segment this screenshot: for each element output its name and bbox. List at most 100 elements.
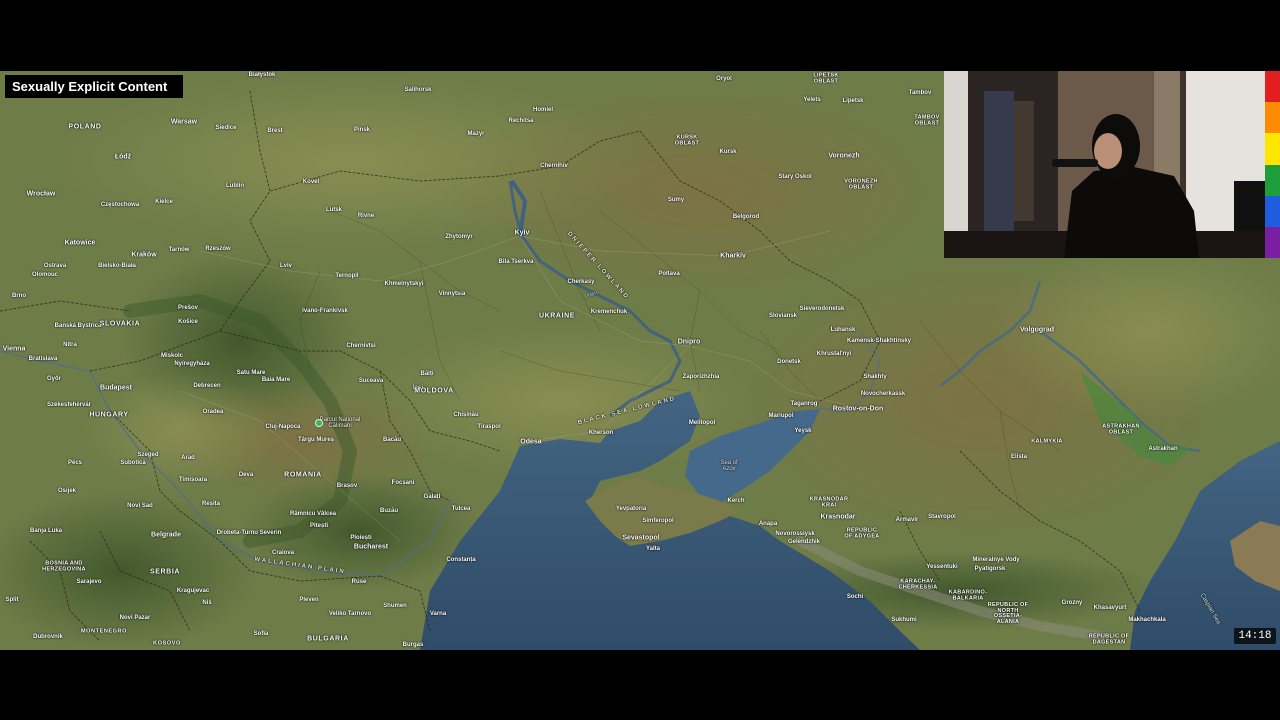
map-label[interactable]: Kraków — [131, 252, 156, 259]
map-label[interactable]: Banja Luka — [30, 528, 62, 534]
country-label[interactable]: UKRAINE — [539, 313, 575, 320]
map-label[interactable]: Taganrog — [791, 401, 818, 407]
map-label[interactable]: Szeged — [137, 452, 158, 458]
map-label[interactable]: Košice — [178, 319, 198, 325]
region-label[interactable]: TAMBOV OBLAST — [912, 115, 942, 127]
map-label[interactable]: Cluj-Napoca — [265, 424, 300, 430]
map-label[interactable]: Bila Tserkva — [499, 259, 534, 265]
map-label[interactable]: Sevastopol — [622, 535, 659, 542]
map-label[interactable]: Sukhumi — [891, 617, 916, 623]
map-label[interactable]: Siedlce — [215, 125, 236, 131]
map-label[interactable]: Galați — [424, 494, 441, 500]
map-label[interactable]: Székesfehérvár — [47, 402, 91, 408]
park-marker-icon[interactable] — [315, 419, 323, 427]
map-label[interactable]: Baia Mare — [262, 377, 290, 383]
map-label[interactable]: Sieverodonetsk — [800, 306, 845, 312]
map-label[interactable]: Brest — [267, 128, 282, 134]
map-label[interactable]: Kielce — [155, 199, 173, 205]
map-label[interactable]: Makhachkala — [1128, 617, 1165, 623]
country-label[interactable]: HUNGARY — [89, 412, 128, 419]
map-label[interactable]: Stary Oskol — [778, 174, 811, 180]
map-label[interactable]: Białystok — [249, 72, 276, 78]
map-label[interactable]: Homiel — [533, 107, 553, 113]
map-label[interactable]: Kremenchuk — [591, 309, 627, 315]
map-label[interactable]: Mariupol — [769, 413, 794, 419]
country-label[interactable]: BOSNIA AND HERZEGOVINA — [34, 561, 94, 573]
map-label[interactable]: Pinsk — [354, 127, 370, 133]
country-label[interactable]: SERBIA — [150, 569, 180, 576]
map-label[interactable]: Sofia — [254, 631, 269, 637]
map-label[interactable]: Anapa — [759, 521, 777, 527]
map-label[interactable]: Volgograd — [1020, 327, 1054, 334]
map-label[interactable]: Brașov — [337, 483, 357, 489]
map-label[interactable]: Khasavyurt — [1094, 605, 1127, 611]
map-label[interactable]: Dubrovnik — [33, 634, 63, 640]
map-label[interactable]: Vinnytsia — [439, 291, 466, 297]
map-label[interactable]: Wrocław — [27, 191, 56, 198]
map-label[interactable]: Tiraspol — [477, 424, 500, 430]
country-label[interactable]: MONTENEGRO — [81, 629, 127, 635]
map-label[interactable]: Częstochowa — [101, 202, 139, 208]
map-label[interactable]: Olomouc — [32, 272, 58, 278]
map-label[interactable]: Krasnodar — [820, 514, 855, 521]
map-label[interactable]: Katowice — [65, 240, 96, 247]
map-label[interactable]: Ploiești — [350, 535, 371, 541]
map-label[interactable]: Belgorod — [733, 214, 759, 220]
map-label[interactable]: Yelets — [803, 97, 820, 103]
map-label[interactable]: Győr — [47, 376, 61, 382]
map-label[interactable]: Poltava — [658, 271, 679, 277]
map-label[interactable]: Timișoara — [179, 477, 207, 483]
map-label[interactable]: Yeysk — [794, 428, 811, 434]
map-label[interactable]: Khrustal'nyi — [817, 351, 851, 357]
country-label[interactable]: POLAND — [68, 124, 101, 131]
map-label[interactable]: Belgrade — [151, 532, 181, 539]
region-label[interactable]: KURSK OBLAST — [672, 135, 702, 147]
map-label[interactable]: Kyiv — [515, 230, 530, 237]
map-label[interactable]: Budapest — [100, 385, 132, 392]
map-label[interactable]: Yevpatoria — [616, 506, 646, 512]
map-label[interactable]: Shakhty — [863, 374, 886, 380]
map-label[interactable]: Pleven — [299, 597, 318, 603]
map-label[interactable]: Oradea — [203, 409, 224, 415]
map-label[interactable]: Sloviansk — [769, 313, 797, 319]
map-label[interactable]: Drobeta-Turnu Severin — [217, 530, 282, 536]
map-label[interactable]: Kharkiv — [720, 253, 746, 260]
map-label[interactable]: Focșani — [392, 480, 415, 486]
map-label[interactable]: Luhansk — [831, 327, 856, 333]
map-label[interactable]: Veliko Tarnovo — [329, 611, 371, 617]
map-label[interactable]: Rzeszów — [205, 246, 230, 252]
region-label[interactable]: LIPETSK OBLAST — [811, 73, 841, 85]
region-label[interactable]: KABARDINO-BALKARIA — [944, 590, 992, 602]
map-label[interactable]: Elista — [1011, 454, 1027, 460]
map-label[interactable]: Pyatigorsk — [975, 566, 1006, 572]
map-label[interactable]: Rivne — [358, 213, 374, 219]
map-label[interactable]: Warsaw — [171, 119, 197, 126]
map-label[interactable]: Mazyr — [467, 131, 484, 137]
map-label[interactable]: Miskolc — [161, 353, 183, 359]
map-label[interactable]: Novocherkassk — [861, 391, 905, 397]
map-label[interactable]: Łódź — [115, 154, 131, 161]
map-label[interactable]: Lutsk — [326, 207, 342, 213]
map-label[interactable]: Mineralnye Vody — [972, 557, 1019, 563]
map-label[interactable]: Armavir — [896, 517, 919, 523]
map-label[interactable]: Astrakhan — [1148, 446, 1177, 452]
map-label[interactable]: Cherkasy — [567, 279, 594, 285]
map-label[interactable]: Bielsko-Biała — [98, 263, 136, 269]
map-label[interactable]: Tarnów — [169, 247, 190, 253]
map-label[interactable]: Vienna — [3, 346, 26, 353]
map-label[interactable]: Ruse — [352, 579, 367, 585]
map-label[interactable]: Buzău — [380, 508, 398, 514]
map-label[interactable]: Craiova — [272, 550, 294, 556]
country-label[interactable]: ROMANIA — [284, 472, 322, 479]
map-label[interactable]: Debrecen — [193, 383, 220, 389]
map-label[interactable]: Yalta — [646, 546, 660, 552]
map-label[interactable]: Zhytomyr — [445, 234, 472, 240]
map-label[interactable]: Kamensk-Shakhtinsky — [847, 338, 911, 344]
map-label[interactable]: Bucharest — [354, 544, 388, 551]
map-label[interactable]: Nitra — [63, 342, 77, 348]
map-label[interactable]: Rechitsa — [508, 118, 533, 124]
map-label[interactable]: Stavropol — [928, 514, 956, 520]
map-label[interactable]: Nyíregyháza — [174, 361, 209, 367]
map-label[interactable]: Zaporizhzhia — [683, 374, 720, 380]
region-label[interactable]: VORONEZH OBLAST — [841, 179, 881, 191]
